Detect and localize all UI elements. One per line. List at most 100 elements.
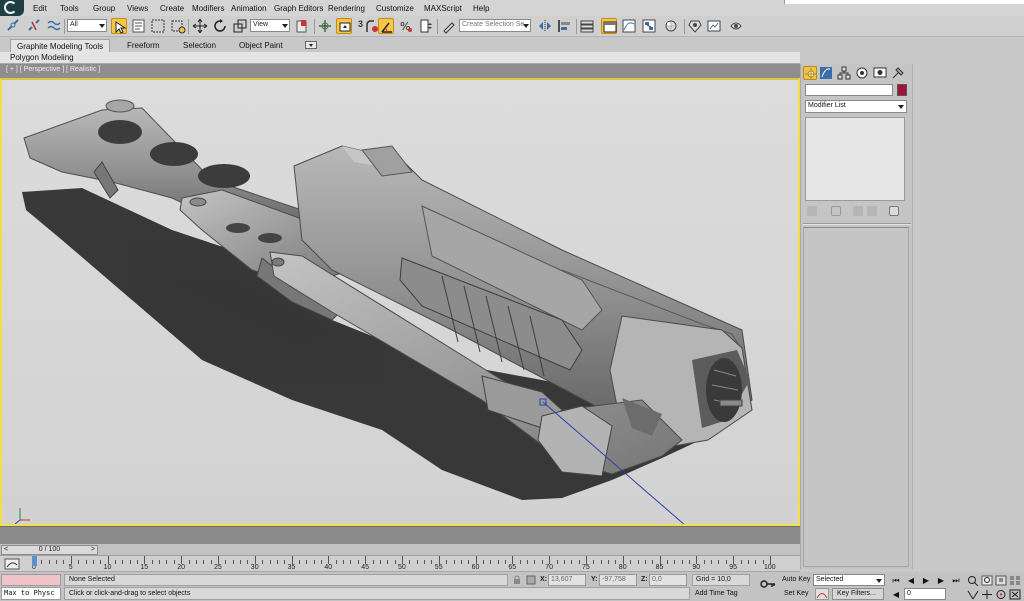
motion-tab-icon[interactable] <box>855 66 869 80</box>
pan-view-icon[interactable] <box>981 589 993 600</box>
auto-key-button[interactable]: Auto Key <box>782 576 810 583</box>
zoom-extents-icon[interactable] <box>995 575 1007 586</box>
reference-coordinate-dropdown[interactable]: View <box>250 19 290 32</box>
z-coord-field[interactable]: 0,0 <box>649 574 687 586</box>
track-bar[interactable]: 0 5 10 15 20 25 30 35 40 45 50 55 60 65 70 75 80 85 90 95 10… <box>0 556 800 572</box>
current-frame-field[interactable]: 0 <box>904 588 946 600</box>
time-slider[interactable]: < 0 / 100 > <box>1 545 98 555</box>
curve-editor-icon[interactable] <box>621 18 637 34</box>
display-tab-icon[interactable] <box>873 66 887 80</box>
app-logo-button[interactable] <box>0 0 24 16</box>
select-and-rotate-icon[interactable] <box>212 18 228 34</box>
menu-group[interactable]: Group <box>93 4 115 13</box>
menu-edit[interactable]: Edit <box>33 4 47 13</box>
menu-help[interactable]: Help <box>473 4 489 13</box>
ribbon-options-button[interactable] <box>305 41 317 49</box>
panel-polygon-modeling[interactable]: Polygon Modeling <box>10 53 74 62</box>
modify-tab-icon[interactable] <box>819 66 833 80</box>
menu-create[interactable]: Create <box>160 4 184 13</box>
schematic-view-icon[interactable] <box>641 18 657 34</box>
next-frame-icon[interactable]: ▶ <box>935 575 947 586</box>
unlink-selection-icon[interactable] <box>26 18 42 34</box>
hierarchy-tab-icon[interactable] <box>837 66 851 80</box>
modifier-stack-list[interactable] <box>805 117 905 201</box>
select-and-scale-icon[interactable] <box>232 18 248 34</box>
add-time-tag-button[interactable]: Add Time Tag <box>692 588 750 600</box>
play-icon[interactable]: ▶ <box>920 575 932 586</box>
perspective-viewport[interactable] <box>0 78 800 526</box>
spinner-snap-icon[interactable] <box>418 18 434 34</box>
menu-tools[interactable]: Tools <box>60 4 79 13</box>
key-icon[interactable] <box>759 578 777 590</box>
time-slider-prev[interactable]: < <box>4 546 8 553</box>
menu-animation[interactable]: Animation <box>231 4 267 13</box>
menu-rendering[interactable]: Rendering <box>328 4 365 13</box>
lock-selection-icon[interactable] <box>512 575 522 585</box>
viewport-label[interactable]: [ + ] [ Perspective ] [ Realistic ] <box>6 66 100 73</box>
select-and-move-icon[interactable] <box>192 18 208 34</box>
zoom-icon[interactable] <box>967 575 979 586</box>
angle-snap-icon[interactable] <box>378 18 394 34</box>
tab-graphite-modeling-tools[interactable]: Graphite Modeling Tools <box>10 39 111 52</box>
mirror-icon[interactable] <box>537 18 553 34</box>
show-end-result-icon[interactable] <box>831 206 841 216</box>
menu-views[interactable]: Views <box>127 4 148 13</box>
menu-customize[interactable]: Customize <box>376 4 414 13</box>
remove-modifier-icon[interactable] <box>867 206 877 216</box>
selection-filter-dropdown[interactable]: All <box>67 19 107 32</box>
set-key-button[interactable]: Set Key <box>784 590 809 597</box>
key-mode-dropdown[interactable]: Selected <box>813 574 885 586</box>
key-filters-button[interactable]: Key Filters... <box>832 588 884 600</box>
modifier-list-dropdown[interactable]: Modifier List <box>805 100 907 113</box>
orbit-icon[interactable] <box>995 589 1007 600</box>
percent-snap-icon[interactable]: % <box>398 18 414 34</box>
toggle-ribbon-icon[interactable] <box>601 18 617 34</box>
make-unique-icon[interactable] <box>853 206 863 216</box>
maximize-viewport-icon[interactable] <box>1009 589 1021 600</box>
menu-modifiers[interactable]: Modifiers <box>192 4 224 13</box>
align-icon[interactable] <box>557 18 573 34</box>
zoom-extents-all-icon[interactable] <box>1009 575 1021 586</box>
field-of-view-icon[interactable] <box>967 589 979 600</box>
window-crossing-icon[interactable] <box>170 18 186 34</box>
bind-to-space-warp-icon[interactable] <box>46 18 62 34</box>
mini-curve-editor-icon[interactable] <box>4 558 20 570</box>
select-by-name-icon[interactable] <box>131 18 147 34</box>
create-tab-icon[interactable] <box>803 66 817 80</box>
configure-modifier-sets-icon[interactable] <box>889 206 899 216</box>
object-name-field[interactable] <box>805 84 893 96</box>
use-pivot-center-icon[interactable] <box>294 18 310 34</box>
edit-named-selection-icon[interactable] <box>441 18 457 34</box>
layer-manager-icon[interactable] <box>579 18 595 34</box>
current-time-marker[interactable] <box>32 556 37 566</box>
render-production-icon[interactable] <box>728 18 744 34</box>
maxscript-mini-listener[interactable]: Max to Physc <box>1 587 61 600</box>
go-to-end-icon[interactable]: ⏭ <box>950 575 962 586</box>
rectangular-selection-icon[interactable] <box>150 18 166 34</box>
search-box[interactable] <box>784 0 1024 4</box>
zoom-all-icon[interactable] <box>981 575 993 586</box>
maxscript-listener-output[interactable] <box>1 574 61 586</box>
tab-selection[interactable]: Selection <box>177 39 222 52</box>
x-coord-field[interactable]: 13,607 <box>548 574 586 586</box>
rendered-frame-window-icon[interactable] <box>706 18 722 34</box>
snap-toggle-number[interactable]: 3 <box>358 19 363 29</box>
select-object-icon[interactable] <box>111 18 127 34</box>
y-coord-field[interactable]: -97,758 <box>599 574 637 586</box>
menu-graph-editors[interactable]: Graph Editors <box>274 4 323 13</box>
previous-frame-icon[interactable]: ◀ <box>905 575 917 586</box>
pin-stack-icon[interactable] <box>807 206 817 216</box>
object-color-swatch[interactable] <box>897 84 907 96</box>
utilities-tab-icon[interactable] <box>891 66 905 80</box>
tab-object-paint[interactable]: Object Paint <box>233 39 289 52</box>
select-and-manipulate-icon[interactable] <box>317 18 333 34</box>
material-editor-icon[interactable] <box>663 18 679 34</box>
key-mode-toggle-icon[interactable]: ◀ <box>890 589 902 600</box>
render-setup-icon[interactable] <box>687 18 703 34</box>
keyboard-shortcut-override-icon[interactable] <box>336 18 352 34</box>
select-and-link-icon[interactable] <box>5 18 21 34</box>
time-slider-next[interactable]: > <box>91 546 95 553</box>
tab-freeform[interactable]: Freeform <box>121 39 165 52</box>
go-to-start-icon[interactable]: ⏮ <box>890 575 902 586</box>
named-selection-sets-dropdown[interactable]: Create Selection Se <box>459 19 531 32</box>
